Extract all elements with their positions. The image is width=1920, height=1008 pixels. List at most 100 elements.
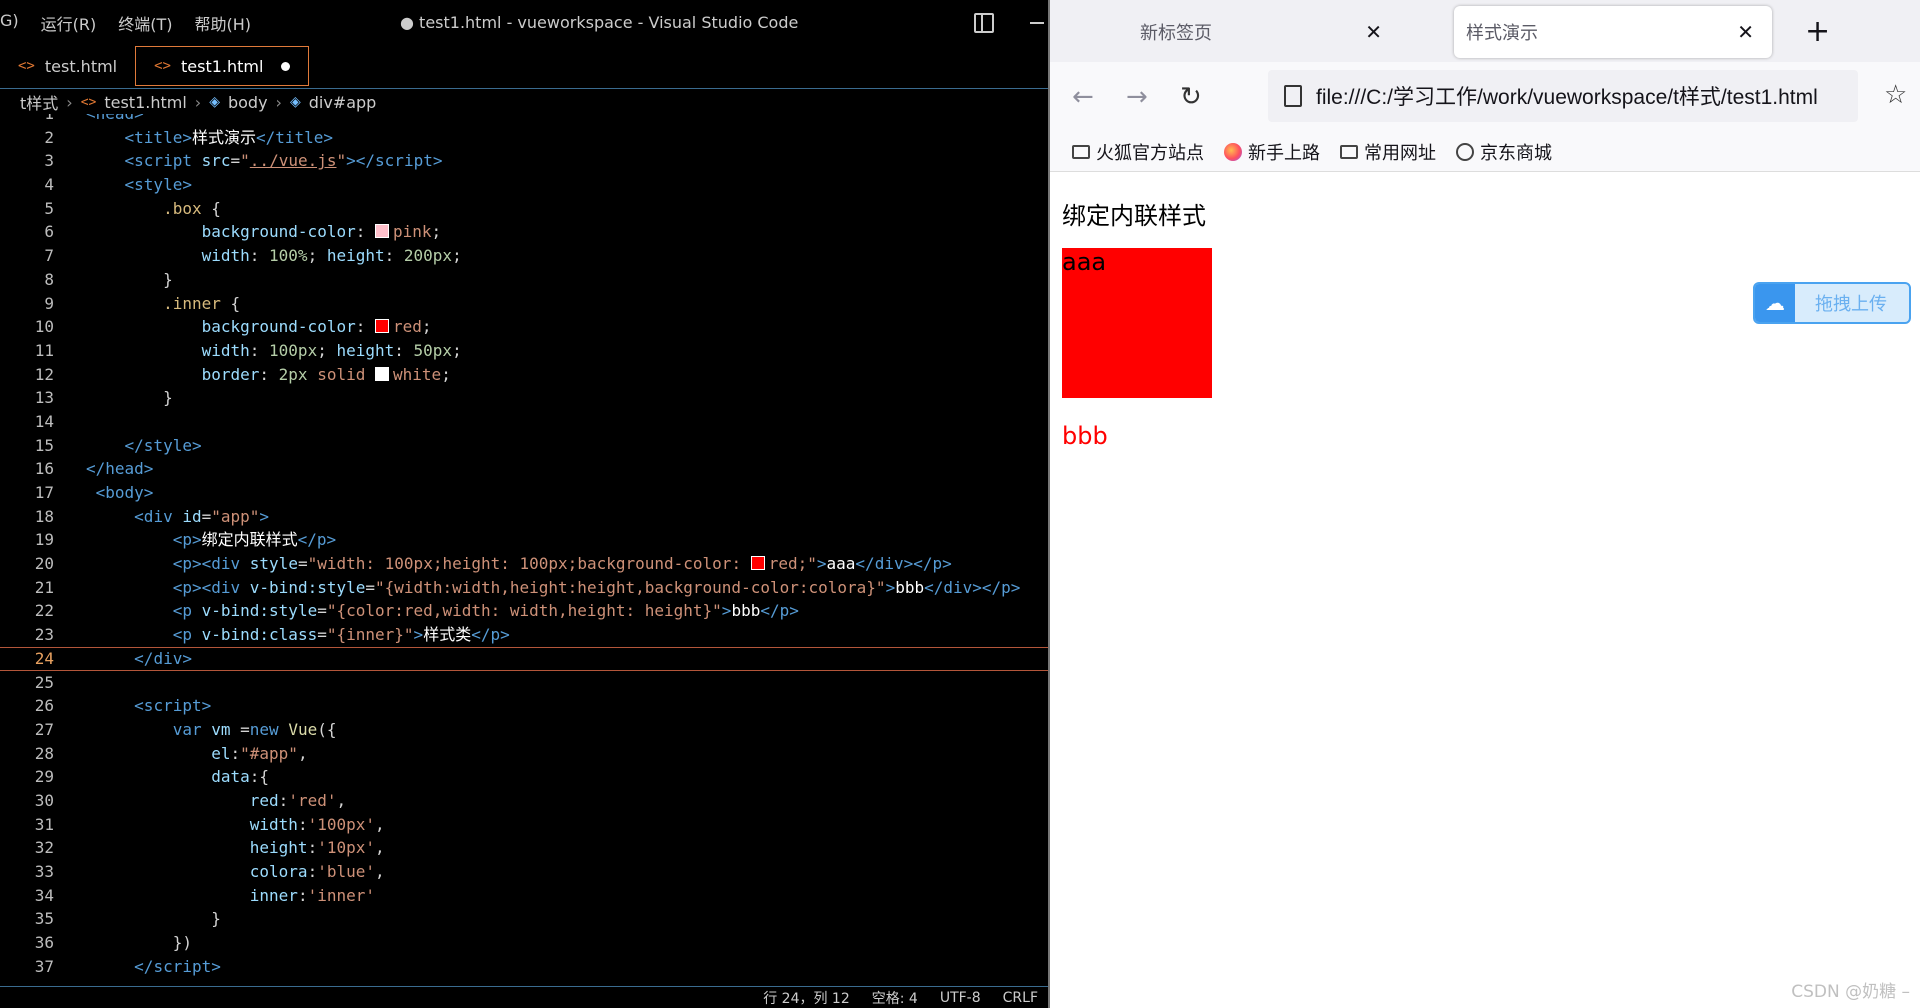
chevron-right-icon: ›	[194, 92, 202, 112]
code-line: 1<head>	[0, 114, 1048, 126]
close-tab-icon[interactable]: ✕	[1365, 20, 1382, 45]
navigation-bar: ← → ↻ file:///C:/学习工作/work/vueworkspace/…	[1050, 62, 1920, 132]
unsaved-dot-icon[interactable]	[281, 61, 291, 71]
code-line: 19 <p>绑定内联样式</p>	[34, 530, 337, 550]
code-line: 6 background-color: pink;	[44, 222, 442, 242]
code-line: 25	[34, 672, 54, 692]
bookmark-label: 京东商城	[1480, 142, 1552, 164]
close-tab-icon[interactable]: ✕	[1737, 20, 1754, 45]
code-line: 33 colora:'blue',	[34, 862, 385, 881]
status-eol[interactable]: CRLF	[1003, 990, 1038, 1006]
tab-label: test.html	[44, 56, 118, 76]
globe-icon	[1456, 142, 1474, 161]
screen: G) 运行(R) 终端(T) 帮助(H) ● test1.html - vuew…	[0, 0, 1920, 1008]
chevron-right-icon: ›	[66, 92, 73, 112]
page-heading: 绑定内联样式	[1062, 202, 1206, 230]
code-line: 4 <style>	[44, 175, 192, 195]
watermark: CSDN @奶糖 –	[1791, 982, 1910, 1002]
back-arrow-icon[interactable]: ←	[1072, 82, 1094, 112]
forward-arrow-icon[interactable]: →	[1126, 82, 1148, 112]
menu-item-terminal[interactable]: 终端(T)	[118, 11, 172, 35]
bookmark-label: 常用网址	[1364, 142, 1436, 164]
folder-icon	[1340, 144, 1358, 159]
code-line: 28 el:"#app",	[34, 743, 308, 763]
minimize-icon[interactable]	[1030, 22, 1044, 24]
code-line: 5 .box {	[44, 198, 221, 218]
bookmark-star-icon[interactable]: ☆	[1884, 80, 1907, 110]
code-line: 22 <p v-bind:style="{color:red,width: wi…	[34, 601, 799, 621]
status-indentation[interactable]: 空格: 4	[872, 988, 918, 1008]
bbb-text: bbb	[1062, 422, 1108, 450]
tab-test-html[interactable]: <> test.html	[0, 46, 135, 86]
code-line: 16 </head>	[34, 459, 154, 479]
status-cursor-position[interactable]: 行 24，列 12	[763, 988, 850, 1008]
bookmark-label: 新手上路	[1248, 142, 1320, 164]
html-file-icon: <>	[154, 58, 171, 74]
symbol-icon: ◈	[289, 94, 301, 110]
reload-icon[interactable]: ↻	[1180, 82, 1202, 112]
code-line: 8 }	[44, 269, 173, 289]
code-line: 18 <div id="app">	[34, 506, 270, 526]
vscode-window: G) 运行(R) 终端(T) 帮助(H) ● test1.html - vuew…	[0, 0, 1048, 1008]
drag-upload-widget[interactable]: ☁ 拖拽上传	[1753, 282, 1911, 324]
baidu-cloud-icon: ☁	[1755, 284, 1795, 322]
red-box: aaa	[1062, 248, 1212, 398]
editor-tabs: <> test.html <> test1.html	[0, 46, 1048, 89]
bookmark-jd-mall[interactable]: 京东商城	[1456, 139, 1552, 165]
menu-item-help[interactable]: 帮助(H)	[195, 11, 252, 35]
code-line: 13 }	[34, 388, 173, 408]
firefox-icon	[1224, 142, 1242, 161]
browser-tab-style-demo[interactable]: 样式演示 ✕	[1454, 6, 1772, 58]
code-line: 15 </style>	[34, 435, 202, 455]
bookmark-firefox-official[interactable]: 火狐官方站点	[1072, 139, 1204, 165]
url-text: file:///C:/学习工作/work/vueworkspace/t样式/te…	[1316, 86, 1818, 109]
new-tab-plus-icon[interactable]: +	[1805, 14, 1830, 49]
code-line: 32 height:'10px',	[34, 838, 385, 858]
code-line: 37 </script>	[34, 956, 221, 976]
tab-test1-html[interactable]: <> test1.html	[135, 46, 310, 86]
breadcrumb-body[interactable]: body	[228, 93, 268, 112]
code-line-current: 24 </div>	[0, 646, 1048, 671]
code-line: 11 width: 100px; height: 50px;	[34, 340, 462, 360]
html-file-icon: <>	[18, 58, 35, 74]
code-line: 29 data:{	[34, 767, 270, 787]
symbol-icon: ◈	[209, 94, 220, 110]
bookmark-common-sites[interactable]: 常用网址	[1340, 139, 1436, 165]
breadcrumb-file[interactable]: test1.html	[104, 93, 186, 112]
code-line: 23 <p v-bind:class="{inner}">样式类</p>	[34, 625, 510, 645]
code-line: 7 width: 100%; height: 200px;	[44, 246, 462, 266]
bookmarks-toolbar: 火狐官方站点 新手上路 常用网址 京东商城	[1050, 132, 1920, 172]
status-encoding[interactable]: UTF-8	[940, 990, 981, 1006]
html-file-icon: <>	[80, 94, 97, 110]
bookmark-getting-started[interactable]: 新手上路	[1224, 139, 1320, 165]
code-line: 14	[34, 411, 54, 431]
browser-tab-label: 新标签页	[1140, 23, 1212, 43]
page-content: 绑定内联样式 aaa bbb ☁ 拖拽上传 CSDN @奶糖 –	[1050, 172, 1920, 1008]
title-bar: G) 运行(R) 终端(T) 帮助(H) ● test1.html - vuew…	[0, 0, 1048, 47]
code-editor[interactable]: 1<head> 2 <title>样式演示</title> 3 <script …	[0, 114, 1048, 986]
breadcrumb-folder[interactable]: t样式	[20, 90, 58, 114]
window-title: ● test1.html - vueworkspace - Visual Stu…	[400, 13, 799, 32]
layout-icon[interactable]	[974, 13, 994, 33]
code-line: 35 }	[34, 909, 221, 929]
code-line: 9 .inner {	[44, 293, 241, 313]
code-line: 34 inner:'inner'	[34, 885, 376, 905]
code-line: 30 red:'red',	[34, 790, 347, 810]
menu-item-run[interactable]: 运行(R)	[41, 11, 97, 35]
code-line: 27 var vm =new Vue({	[34, 719, 337, 739]
code-line: 2 <title>样式演示</title>	[44, 127, 334, 147]
browser-tab-newtab[interactable]: 新标签页 ✕	[1060, 6, 1400, 58]
code-line: 36 })	[34, 933, 192, 953]
code-line: 21 <p><div v-bind:style="{width:width,he…	[34, 577, 1021, 597]
browser-tab-strip: 新标签页 ✕ 样式演示 ✕ +	[1050, 0, 1920, 62]
breadcrumb-div[interactable]: div#app	[309, 93, 377, 112]
status-bar: 行 24，列 12 空格: 4 UTF-8 CRLF	[0, 986, 1048, 1008]
breadcrumb: t样式 › <> test1.html › ◈ body › ◈ div#app	[0, 90, 1048, 114]
folder-icon	[1072, 144, 1090, 159]
chevron-right-icon: ›	[275, 92, 282, 112]
menu-item-partial[interactable]: G)	[0, 11, 19, 35]
upload-label: 拖拽上传	[1815, 294, 1887, 315]
browser-tab-label: 样式演示	[1466, 23, 1538, 43]
url-bar[interactable]: file:///C:/学习工作/work/vueworkspace/t样式/te…	[1268, 70, 1858, 122]
code-line: 10 background-color: red;	[34, 317, 432, 337]
